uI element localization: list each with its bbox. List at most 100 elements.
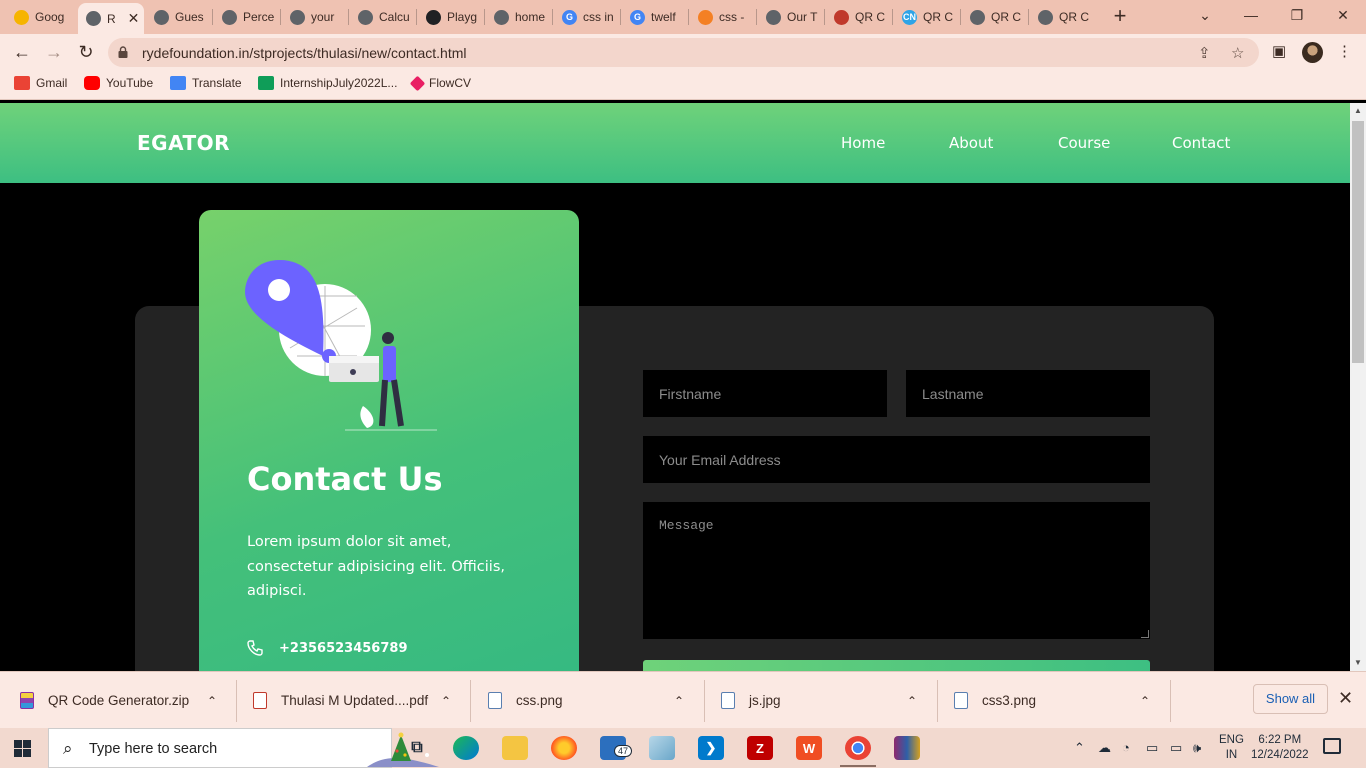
filezilla-icon[interactable]: Z [747,736,773,760]
wps-office-icon[interactable]: W [796,736,822,760]
bookmark-star-icon[interactable]: ☆ [1231,44,1244,62]
minimize-button[interactable]: — [1228,4,1274,28]
clock[interactable]: 6:22 PM 12/24/2022 [1251,733,1309,763]
chevron-up-icon[interactable]: ⌃ [674,694,684,708]
page-scrollbar[interactable]: ▲ ▼ [1350,103,1366,671]
close-download-bar-icon[interactable]: ✕ [1338,688,1353,709]
vscode-icon[interactable]: ❯ [698,736,724,760]
side-panel-icon[interactable]: ▣ [1272,42,1286,60]
scroll-up-icon[interactable]: ▲ [1350,103,1366,119]
chevron-up-icon[interactable]: ⌃ [207,694,217,708]
share-icon[interactable]: ⇪ [1198,44,1211,62]
gmail-icon [14,76,30,90]
tab-15[interactable]: QR C [962,4,1028,30]
onedrive-icon[interactable]: ☁ [1098,740,1111,756]
resize-handle[interactable] [1141,630,1149,638]
bookmark-gmail[interactable]: Gmail [14,76,67,90]
web-page: EGATOR Home About Course Contact Contact… [0,103,1350,671]
tab-3[interactable]: Gues [146,4,212,30]
download-item-css3-png[interactable]: css3.png ⌃ [954,672,1170,729]
download-item-pdf[interactable]: Thulasi M Updated....pdf ⌃ [253,672,469,729]
bookmark-internship[interactable]: InternshipJuly2022L... [258,76,397,90]
bookmarks-bar: Gmail YouTube Translate InternshipJuly20… [0,70,1366,100]
firstname-input[interactable]: Firstname [643,370,887,417]
windows-taskbar: ⌕ Type here to search ⧉ 47 ❯ Z W ⌃ ☁ ◔ ▭… [0,728,1366,768]
lock-icon [118,46,128,58]
tab-search-icon[interactable]: ⌄ [1182,4,1228,28]
tab-10[interactable]: Gtwelf [622,4,688,30]
download-item-js-jpg[interactable]: js.jpg ⌃ [721,672,937,729]
file-explorer-icon[interactable] [502,736,528,760]
chevron-up-icon[interactable]: ⌃ [1074,740,1085,756]
tab-active[interactable]: R ✕ [78,3,144,34]
message-textarea[interactable]: Message [643,502,1150,639]
edge-icon[interactable] [453,736,479,760]
winrar-icon[interactable] [894,736,920,760]
phone-icon [247,640,263,656]
contact-title: Contact Us [247,460,443,498]
close-window-button[interactable]: ✕ [1320,4,1366,28]
volume-icon[interactable]: 🕪 [1193,740,1201,756]
meet-icon[interactable]: ▭ [1146,740,1158,756]
bookmark-translate[interactable]: Translate [170,76,242,90]
app-icon[interactable] [649,736,675,760]
chevron-up-icon[interactable]: ⌃ [441,694,451,708]
firefox-icon[interactable] [551,736,577,760]
image-file-icon [488,692,502,709]
globe-icon [222,9,237,25]
mail-icon[interactable]: 47 [600,736,633,760]
email-input[interactable]: Your Email Address [643,436,1150,483]
tab-1[interactable]: Goog [6,4,76,30]
chevron-up-icon[interactable]: ⌃ [1140,694,1150,708]
task-view-icon[interactable]: ⧉ [404,736,430,760]
tab-6[interactable]: Calcu [350,4,416,30]
new-tab-button[interactable]: + [1108,5,1132,29]
bookmark-youtube[interactable]: YouTube [84,76,153,90]
phone-number[interactable]: +2356523456789 [279,641,407,656]
forward-icon[interactable]: → [42,40,66,64]
tab-8[interactable]: home [486,4,552,30]
globe-icon [290,9,305,25]
back-icon[interactable]: ← [10,40,34,64]
nav-contact[interactable]: Contact [1172,134,1230,152]
reload-icon[interactable]: ↻ [74,40,98,64]
nav-course[interactable]: Course [1058,134,1110,152]
scroll-thumb[interactable] [1352,121,1364,363]
tab-9[interactable]: Gcss in [554,4,620,30]
chevron-up-icon[interactable]: ⌃ [907,694,917,708]
notification-icon[interactable] [1323,738,1341,754]
site-logo[interactable]: EGATOR [137,131,230,155]
flowcv-icon [409,75,426,91]
nav-home[interactable]: Home [841,134,885,152]
tab-close-icon[interactable]: ✕ [128,10,140,27]
download-item-css-png[interactable]: css.png ⌃ [488,672,704,729]
contact-description: Lorem ipsum dolor sit amet, consectetur … [247,534,505,599]
show-all-button[interactable]: Show all [1253,684,1328,714]
nav-about[interactable]: About [949,134,993,152]
scroll-down-icon[interactable]: ▼ [1350,655,1366,671]
submit-button[interactable] [643,660,1150,671]
language-indicator[interactable]: ENG IN [1219,733,1244,763]
tab-11[interactable]: css - [690,4,756,30]
restore-button[interactable]: ❐ [1274,4,1320,28]
bookmark-flowcv[interactable]: FlowCV [409,75,471,91]
address-bar[interactable]: rydefoundation.in/stprojects/thulasi/new… [108,38,1259,67]
taskbar-search[interactable]: ⌕ Type here to search [48,728,439,768]
wifi-icon[interactable]: ◔ [1122,740,1130,755]
tab-12[interactable]: Our T [758,4,824,30]
url-text: rydefoundation.in/stprojects/thulasi/new… [142,45,467,61]
battery-icon[interactable]: ▭ [1170,740,1182,756]
windows-start-icon[interactable] [14,740,31,757]
tab-5[interactable]: your [282,4,348,30]
lastname-input[interactable]: Lastname [906,370,1150,417]
download-item-zip[interactable]: QR Code Generator.zip ⌃ [20,672,236,729]
tab-7[interactable]: Playg [418,4,484,30]
sheets-icon [258,76,274,90]
menu-icon[interactable]: ⋮ [1337,42,1352,60]
tab-14[interactable]: CN QR C [894,4,960,30]
tab-16[interactable]: QR C [1030,4,1096,30]
tab-4[interactable]: Perce [214,4,280,30]
profile-avatar[interactable] [1302,42,1323,63]
chrome-icon[interactable] [845,736,871,760]
tab-13[interactable]: QR C [826,4,892,30]
